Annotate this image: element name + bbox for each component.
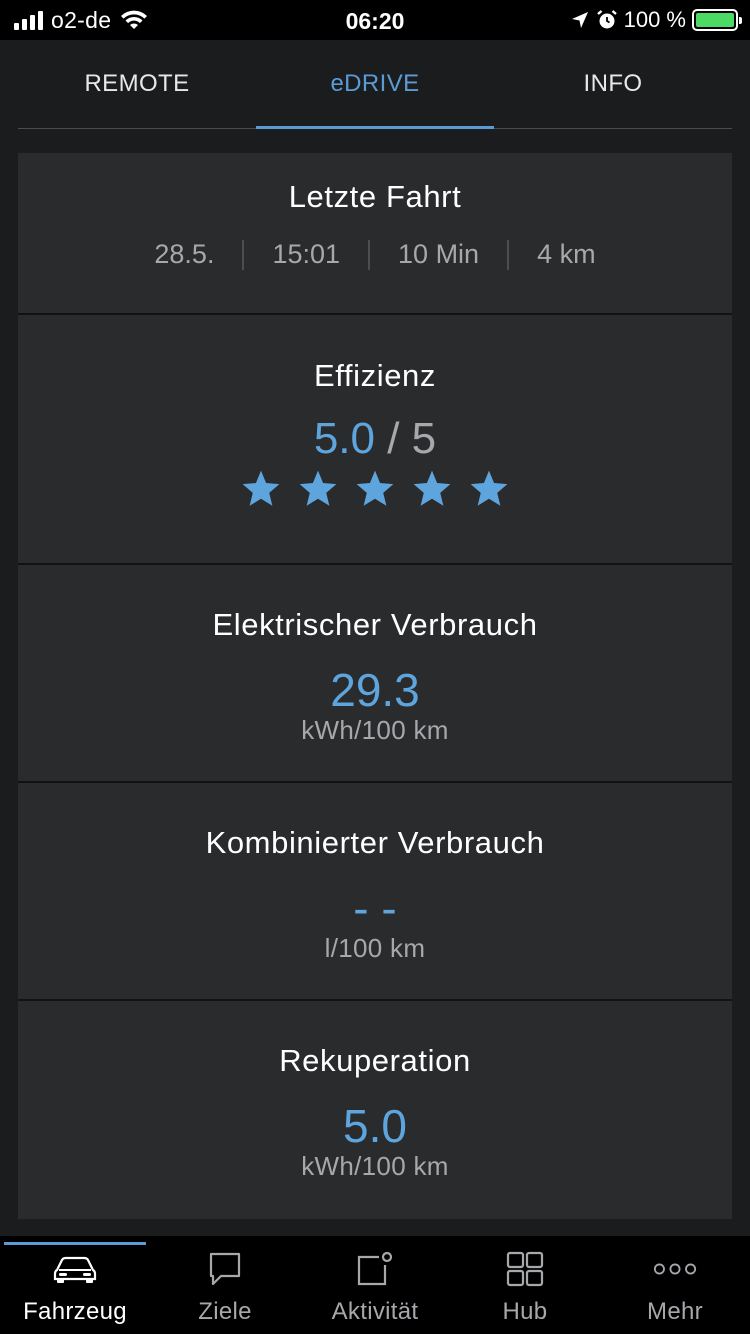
star-icon bbox=[470, 470, 508, 506]
nav-aktivitaet[interactable]: Aktivität bbox=[300, 1236, 450, 1334]
trip-time: 15:01 bbox=[272, 239, 341, 269]
nav-label: Ziele bbox=[198, 1298, 252, 1325]
electric-consumption-title: Elektrischer Verbrauch bbox=[212, 607, 538, 642]
efficiency-stars bbox=[18, 468, 732, 510]
trip-distance: 4 km bbox=[537, 239, 596, 269]
nav-fahrzeug[interactable]: Fahrzeug bbox=[0, 1236, 150, 1334]
efficiency-card: Effizienz 5.0 / 5 bbox=[18, 315, 732, 565]
nav-label: Hub bbox=[502, 1298, 548, 1325]
star-icon bbox=[356, 470, 394, 506]
last-trip-title: Letzte Fahrt bbox=[288, 179, 462, 214]
last-trip-details: 28.5. 15:01 10 Min 4 km bbox=[18, 239, 732, 270]
electric-consumption-unit: kWh/100 km bbox=[301, 715, 449, 745]
trip-date: 28.5. bbox=[154, 239, 215, 269]
tab-info[interactable]: INFO bbox=[494, 40, 732, 128]
efficiency-score: 5.0 / 5 bbox=[18, 414, 732, 464]
trip-duration: 10 Min bbox=[398, 239, 480, 269]
nav-mehr[interactable]: Mehr bbox=[600, 1236, 750, 1334]
nav-label: Fahrzeug bbox=[23, 1298, 127, 1325]
star-icon bbox=[299, 470, 337, 506]
more-dots-icon bbox=[653, 1263, 697, 1275]
grid-icon bbox=[506, 1251, 544, 1287]
efficiency-score-max: / 5 bbox=[387, 414, 437, 463]
activity-icon bbox=[357, 1251, 393, 1286]
tab-edrive[interactable]: eDRIVE bbox=[256, 40, 494, 129]
alarm-clock-icon bbox=[596, 10, 617, 29]
location-arrow-icon bbox=[571, 12, 588, 28]
efficiency-score-value: 5.0 bbox=[313, 414, 375, 463]
recuperation-title: Rekuperation bbox=[279, 1043, 471, 1078]
recuperation-value: 5.0 bbox=[343, 1100, 407, 1152]
divider bbox=[242, 239, 245, 270]
status-bar: o2-de 06:20 100 % bbox=[0, 0, 750, 40]
battery-percentage: 100 % bbox=[623, 7, 686, 32]
recuperation-unit: kWh/100 km bbox=[301, 1151, 449, 1181]
nav-label: Aktivität bbox=[331, 1298, 419, 1325]
electric-consumption-value: 29.3 bbox=[330, 664, 420, 716]
star-icon bbox=[413, 470, 451, 506]
efficiency-title: Effizienz bbox=[314, 358, 436, 393]
combined-consumption-title: Kombinierter Verbrauch bbox=[205, 825, 545, 860]
tab-remote[interactable]: REMOTE bbox=[18, 40, 256, 128]
nav-ziele[interactable]: Ziele bbox=[150, 1236, 300, 1334]
battery-icon bbox=[692, 9, 742, 31]
car-icon bbox=[53, 1256, 97, 1283]
nav-label: Mehr bbox=[647, 1298, 703, 1325]
speech-bubble-icon bbox=[209, 1252, 241, 1286]
last-trip-card: Letzte Fahrt 28.5. 15:01 10 Min 4 km bbox=[18, 153, 732, 315]
bottom-navigation: Fahrzeug Ziele Aktivität Hub Mehr bbox=[0, 1236, 750, 1334]
nav-hub[interactable]: Hub bbox=[450, 1236, 600, 1334]
combined-consumption-unit: l/100 km bbox=[324, 933, 426, 963]
tab-bar: REMOTE eDRIVE INFO bbox=[18, 40, 732, 129]
divider bbox=[507, 239, 510, 270]
electric-consumption-card: Elektrischer Verbrauch 29.3 kWh/100 km bbox=[18, 565, 732, 783]
star-icon bbox=[242, 470, 280, 506]
divider bbox=[368, 239, 371, 270]
recuperation-card: Rekuperation 5.0 kWh/100 km bbox=[18, 1001, 732, 1219]
combined-consumption-value: - - bbox=[353, 882, 397, 934]
combined-consumption-card: Kombinierter Verbrauch - - l/100 km bbox=[18, 783, 732, 1001]
